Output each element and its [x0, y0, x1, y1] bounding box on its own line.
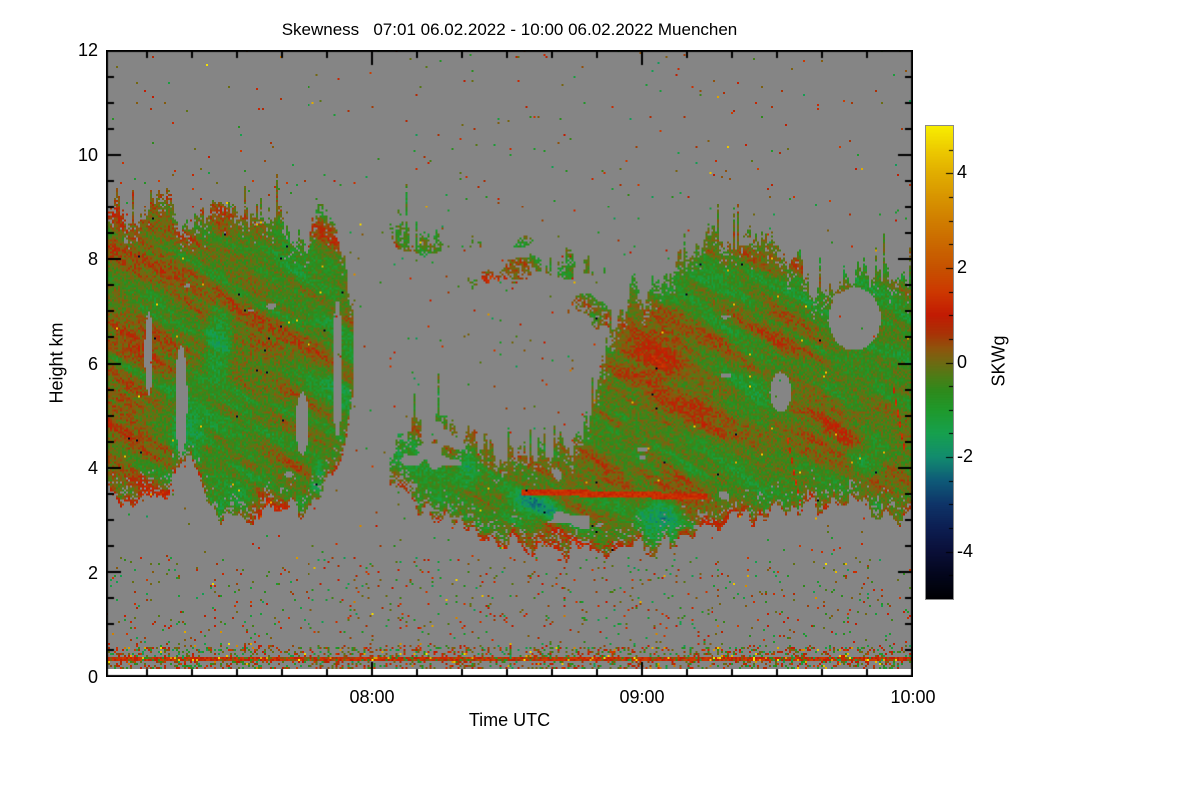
y-tick-label: 8	[87, 249, 98, 269]
x-axis-label: Time UTC	[468, 710, 551, 730]
colorbar-tick-label: 2	[957, 257, 968, 277]
colorbar	[925, 125, 954, 600]
chart-title: Skewness 07:01 06.02.2022 - 10:00 06.02.…	[281, 20, 738, 39]
colorbar-tick-label: -4	[957, 541, 974, 561]
y-tick-label: 12	[77, 40, 98, 60]
y-tick-label: 0	[87, 667, 98, 687]
x-tick-label: 10:00	[890, 687, 936, 707]
x-tick-label: 09:00	[619, 687, 665, 707]
skewness-plot-page: Skewness 07:01 06.02.2022 - 10:00 06.02.…	[0, 0, 1200, 800]
colorbar-tick-label: -2	[957, 446, 974, 466]
x-tick-label: 08:00	[349, 687, 395, 707]
colorbar-tick-label: 0	[957, 352, 968, 372]
y-tick-label: 6	[87, 354, 98, 374]
axes-frame-canvas	[106, 50, 913, 677]
y-tick-label: 2	[87, 563, 98, 583]
colorbar-tick-label: 4	[957, 162, 968, 182]
y-tick-label: 4	[87, 458, 98, 478]
y-tick-label: 10	[77, 145, 98, 165]
